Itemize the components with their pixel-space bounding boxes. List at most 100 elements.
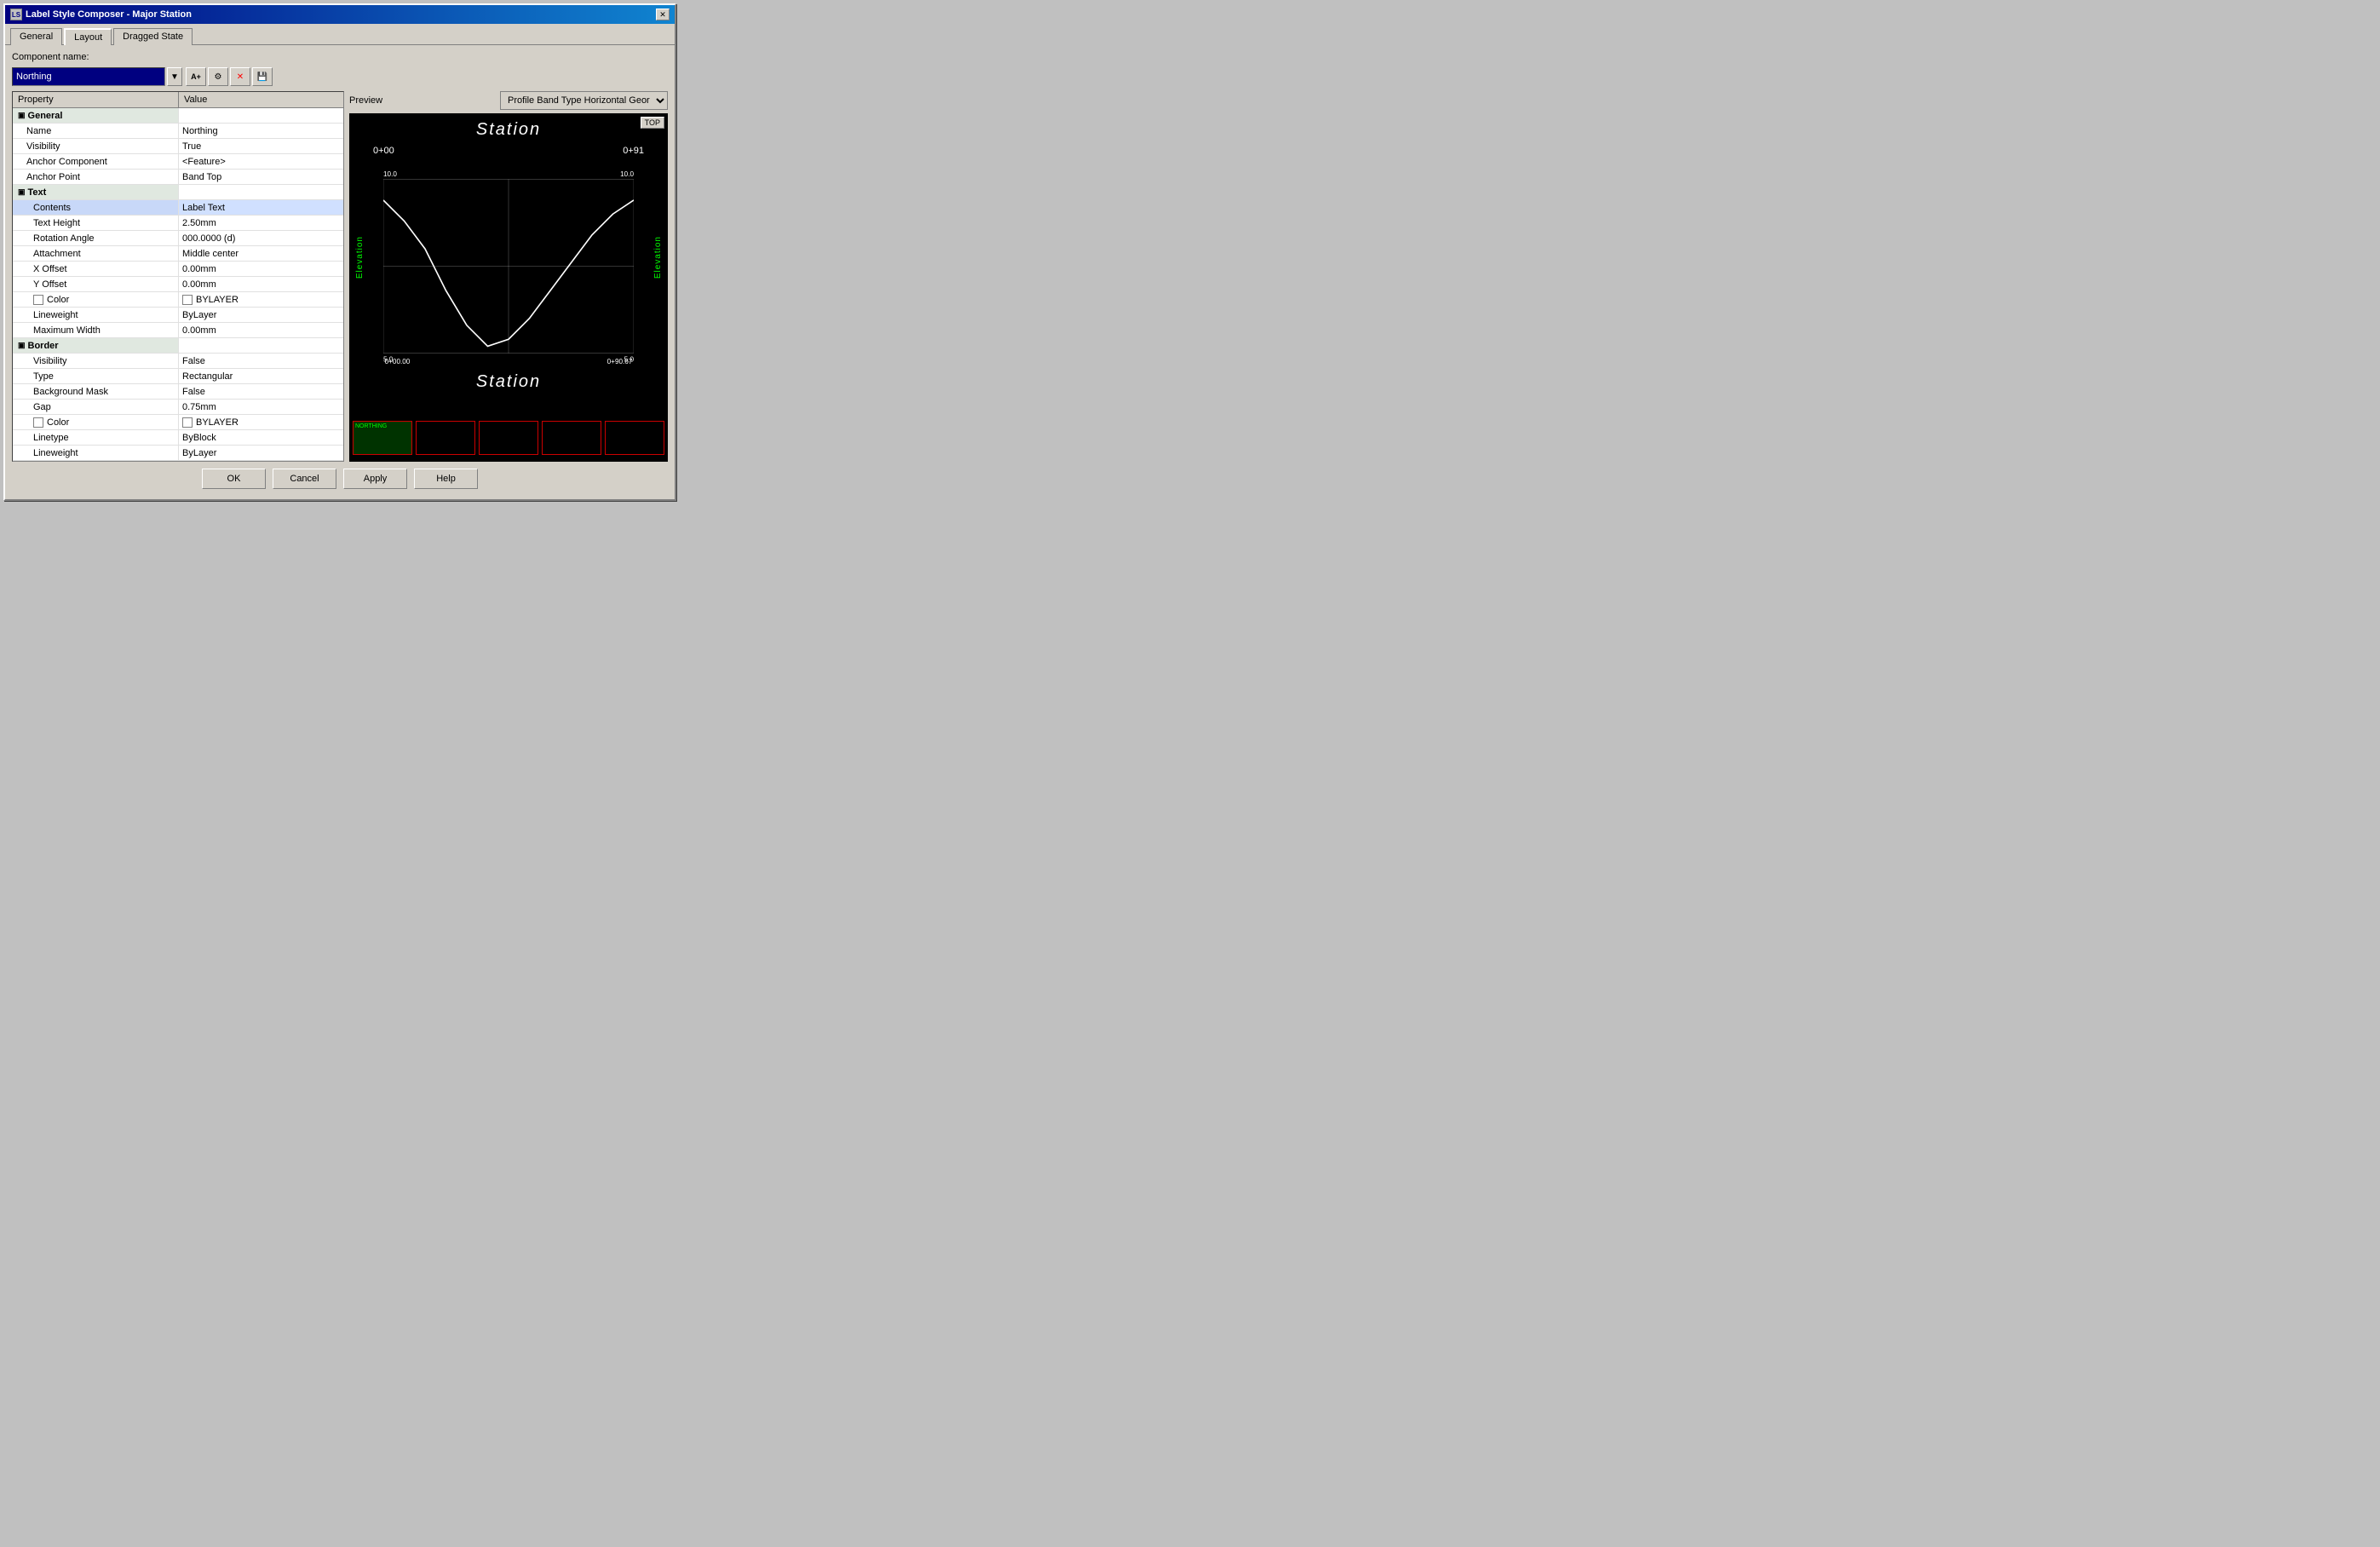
thumbnail-3[interactable] [542,421,601,455]
prop-anchor-point-value: Band Top [179,170,343,184]
component-name-section: Component name: [12,52,668,62]
thumbnail-4[interactable] [605,421,664,455]
thumbnail-bar: NORTHING [353,421,664,455]
prop-border-lineweight-row[interactable]: Lineweight ByLayer [13,446,343,461]
preview-top-button[interactable]: TOP [641,117,664,129]
station-coord-right-top: 0+91 [623,146,644,156]
thumbnail-text: NORTHING [354,422,411,431]
border-value-empty [179,338,343,353]
main-body: Property Value ▣ General Name Northi [12,91,668,462]
tab-dragged-state[interactable]: Dragged State [113,28,193,45]
close-button[interactable]: ✕ [656,9,670,20]
thumbnail-active[interactable]: NORTHING [353,421,412,455]
prop-border-visibility-row[interactable]: Visibility False [13,354,343,369]
property-table-header: Property Value [13,92,343,108]
window-title: Label Style Composer - Major Station [26,9,192,20]
prop-anchor-component-label: Anchor Component [13,154,179,169]
apply-button[interactable]: Apply [343,469,407,489]
border-toggle[interactable]: ▣ [18,341,26,350]
tab-layout[interactable]: Layout [64,28,112,45]
prop-name-row[interactable]: Name Northing [13,124,343,139]
prop-gap-row[interactable]: Gap 0.75mm [13,400,343,415]
prop-linetype-value: ByBlock [179,430,343,445]
prop-rotation-label: Rotation Angle [13,231,179,245]
prop-text-lineweight-value: ByLayer [179,308,343,322]
prop-anchor-component-row[interactable]: Anchor Component <Feature> [13,154,343,170]
svg-text:10.0: 10.0 [620,170,634,178]
prop-attachment-label: Attachment [13,246,179,261]
prop-visibility-value: True [179,139,343,153]
prop-yoffset-label: Y Offset [13,277,179,291]
prop-max-width-row[interactable]: Maximum Width 0.00mm [13,323,343,338]
component-dropdown-wrapper: Northing ▼ [12,67,182,86]
save-component-button[interactable]: 💾 [252,67,273,86]
prop-yoffset-row[interactable]: Y Offset 0.00mm [13,277,343,292]
prop-xoffset-value: 0.00mm [179,262,343,276]
svg-text:0+90.67: 0+90.67 [607,358,633,365]
prop-xoffset-row[interactable]: X Offset 0.00mm [13,262,343,277]
property-panel: Property Value ▣ General Name Northi [12,91,344,462]
delete-component-button[interactable]: ✕ [230,67,250,86]
prop-border-color-value: BYLAYER [179,415,343,429]
prop-max-width-label: Maximum Width [13,323,179,337]
prop-border-type-value: Rectangular [179,369,343,383]
tab-bar: General Layout Dragged State [5,24,675,44]
prop-border-type-row[interactable]: Type Rectangular [13,369,343,384]
footer-buttons: OK Cancel Apply Help [12,462,668,492]
elevation-right-label: Elevation [649,147,666,368]
prop-yoffset-value: 0.00mm [179,277,343,291]
dropdown-arrow-btn[interactable]: ▼ [167,67,182,86]
prop-anchor-point-row[interactable]: Anchor Point Band Top [13,170,343,185]
general-toggle[interactable]: ▣ [18,111,26,120]
prop-text-color-row[interactable]: Color BYLAYER [13,292,343,308]
text-color-checkbox[interactable] [33,295,43,305]
svg-text:0+00.00: 0+00.00 [385,358,411,365]
prop-contents-label: Contents [13,200,179,215]
prop-bg-mask-label: Background Mask [13,384,179,399]
prop-gap-label: Gap [13,400,179,414]
prop-visibility-row[interactable]: Visibility True [13,139,343,154]
tab-general[interactable]: General [10,28,62,45]
cancel-button[interactable]: Cancel [273,469,336,489]
title-bar-left: LS Label Style Composer - Major Station [10,9,192,20]
text-toggle[interactable]: ▣ [18,187,26,197]
preview-label: Preview [349,95,382,106]
prop-text-height-row[interactable]: Text Height 2.50mm [13,216,343,231]
prop-xoffset-label: X Offset [13,262,179,276]
component-name-label: Component name: [12,52,89,62]
thumbnail-1[interactable] [416,421,475,455]
prop-text-height-value: 2.50mm [179,216,343,230]
prop-rotation-row[interactable]: Rotation Angle 000.0000 (d) [13,231,343,246]
prop-text-color-label: Color [13,292,179,307]
prop-visibility-label: Visibility [13,139,179,153]
ok-button[interactable]: OK [202,469,266,489]
component-dropdown[interactable]: Northing [12,67,165,86]
prop-linetype-label: Linetype [13,430,179,445]
prop-gap-value: 0.75mm [179,400,343,414]
prop-anchor-point-label: Anchor Point [13,170,179,184]
chart-svg: 10.0 10.0 5.0 5.0 0+00.00 0+90.67 [383,160,634,372]
border-color-checkbox[interactable] [33,417,43,428]
app-icon: LS [10,9,22,20]
section-border: ▣ Border [13,338,343,354]
prop-contents-row[interactable]: Contents Label Text [13,200,343,216]
prop-max-width-value: 0.00mm [179,323,343,337]
help-button[interactable]: Help [414,469,478,489]
svg-text:10.0: 10.0 [383,170,397,178]
prop-linetype-row[interactable]: Linetype ByBlock [13,430,343,446]
prop-contents-value[interactable]: Label Text [179,200,343,215]
edit-component-button[interactable]: ⚙ [208,67,228,86]
text-value-empty [179,185,343,199]
prop-attachment-row[interactable]: Attachment Middle center [13,246,343,262]
add-component-button[interactable]: A+ [186,67,206,86]
preview-dropdown[interactable]: Profile Band Type Horizontal Geor [500,91,668,110]
border-color-swatch [182,417,193,428]
prop-border-color-row[interactable]: Color BYLAYER [13,415,343,430]
thumbnail-2[interactable] [479,421,538,455]
prop-bg-mask-value: False [179,384,343,399]
prop-bg-mask-row[interactable]: Background Mask False [13,384,343,400]
station-label-top: Station [476,120,541,140]
title-bar: LS Label Style Composer - Major Station … [5,5,675,24]
prop-text-lineweight-row[interactable]: Lineweight ByLayer [13,308,343,323]
general-value-empty [179,108,343,123]
